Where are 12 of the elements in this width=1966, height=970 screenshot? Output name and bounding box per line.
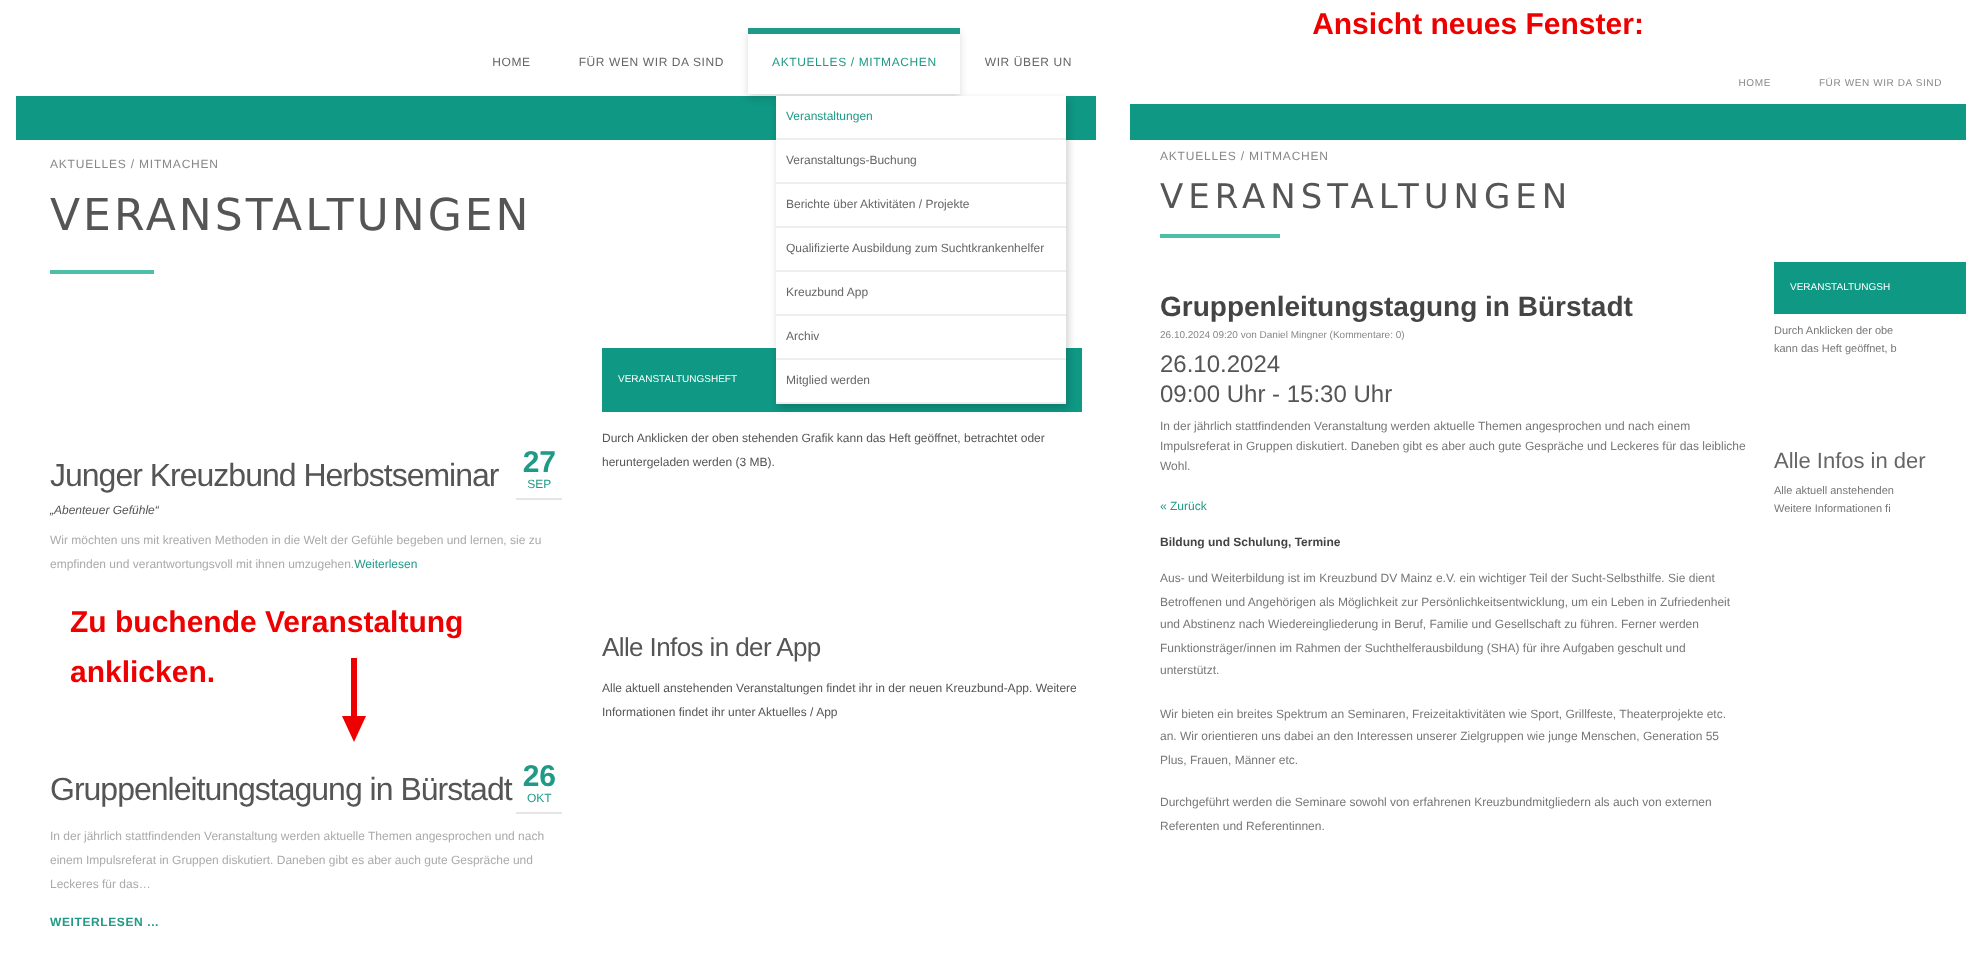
event-title[interactable]: Gruppenleitungstagung in Bürstadt [50, 762, 512, 810]
article-title: Gruppenleitungstagung in Bürstadt [1160, 290, 1635, 322]
page-title: VERANSTALTUNGEN [1160, 178, 1573, 218]
annotation-text: Zu buchende Veranstaltung anklicken. [68, 604, 466, 694]
event-date: 26.10.2024 [1160, 350, 1283, 380]
event-title[interactable]: Junger Kreuzbund Herbstseminar [50, 448, 499, 496]
pointer-arrow [342, 658, 366, 742]
sidebar-heading: Alle Infos in der App [602, 632, 823, 662]
page-title: VERANSTALTUNGEN [50, 192, 532, 242]
annotation-caption: Ansicht neues Fenster: [1310, 6, 1646, 46]
event-time: 09:00 Uhr - 15:30 Uhr [1160, 380, 1395, 410]
sidebar-heading: Alle Infos in der [1774, 450, 1928, 474]
